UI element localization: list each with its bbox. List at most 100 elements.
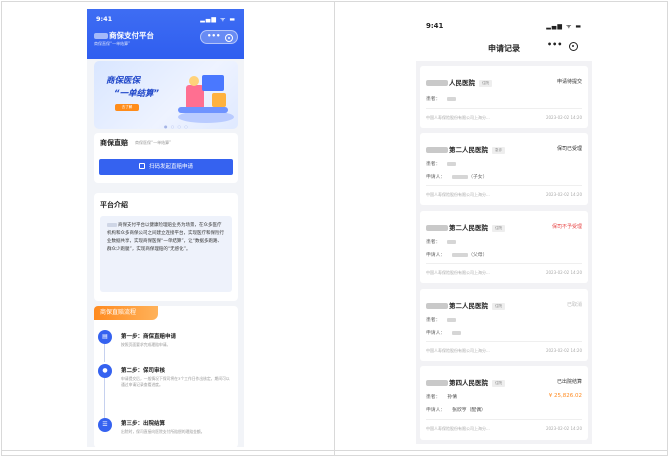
redacted-text — [447, 161, 457, 166]
banner-learn-button[interactable]: 去了解 — [115, 104, 139, 111]
divider — [426, 263, 582, 264]
more-icon[interactable]: ••• — [207, 32, 220, 40]
record-footer: 中国人寿保险股份有限公司上海分... 2023-02-02 14:20 — [426, 192, 582, 198]
record-card[interactable]: 第四人民医院 住院 已出院结算 患者： 孙倩 ¥ 25,826.02 申请人： 张欣亨… — [420, 366, 588, 440]
redacted-text — [426, 225, 448, 231]
patient-row: 患者： — [426, 238, 457, 245]
hospital-name-text: 第二人民医院 — [449, 146, 488, 154]
patient-row: 患者： — [426, 95, 457, 102]
more-icon[interactable]: ••• — [547, 40, 562, 49]
status-icons: ▂▄▆ ᯤ ▬ — [200, 16, 236, 23]
record-status: 已取消 — [566, 302, 582, 308]
hospital-name: 第四人民医院 住院 — [426, 377, 505, 387]
record-status: 申请待提交 — [556, 79, 582, 85]
status-icons: ▂▄▆ ᯤ ▬ — [546, 23, 582, 30]
redacted-text — [452, 252, 469, 257]
platform-intro-card: 平台介绍 商保支付平台以健康险理赔业务为场景，在众多医疗机构和众多商保公司之间建… — [94, 193, 238, 301]
record-date: 2023-02-02 14:20 — [545, 426, 582, 431]
patient-label: 患者： — [426, 97, 441, 102]
insurer-name: 中国人寿保险股份有限公司上海分... — [426, 270, 490, 275]
patient-row: 患者： — [426, 160, 457, 167]
header: 9:41 ▂▄▆ ᯤ ▬ 商保支付平台 商保直保“一单结算” ••• — [87, 9, 244, 59]
hospital-name: 第二人民医院 住院 — [426, 300, 505, 310]
mini-program-capsule[interactable]: ••• — [543, 40, 583, 54]
applicant-label: 申请人： — [426, 253, 446, 258]
redacted-text — [452, 174, 469, 179]
hospital-name-text: 第二人民医院 — [449, 224, 488, 232]
patient-row: 患者： 孙倩 — [426, 393, 457, 400]
hospital-name-text: 第二人民医院 — [449, 302, 488, 310]
status-time: 9:41 — [426, 22, 444, 30]
hospital-name: 第二人民医院 住院 — [426, 222, 505, 232]
close-target-icon[interactable] — [225, 34, 233, 42]
redacted-text — [426, 147, 448, 153]
applicant-name: 张欣亨（配偶） — [452, 408, 486, 413]
visit-type-badge: 急诊 — [492, 147, 505, 154]
redacted-text — [452, 330, 462, 335]
divider — [334, 1, 335, 456]
step1-desc: 按照页面要求完成理赔申请。 — [121, 342, 171, 347]
platform-intro-text: 商保支付平台以健康险理赔业务为场景，在众多医疗机构和众多商保公司之间建立连接平台… — [100, 216, 232, 292]
step3-desc: 出院时，保司直接向医院支付所赔偿的理赔金额。 — [121, 429, 205, 434]
record-card[interactable]: 人民医院 住院 申请待提交 患者： 中国人寿保险股份有限公司上海分... 2023-… — [420, 66, 588, 128]
step2-desc: 申请提交后，一般情况下保司将在3个工作日作出核定，期间可以通过申请记录查看进度。 — [121, 376, 230, 387]
applicant-relation: （父母） — [468, 253, 488, 258]
hospital-name-text: 人民医院 — [449, 79, 475, 87]
applicant-label: 申请人： — [426, 408, 446, 413]
insurer-name: 中国人寿保险股份有限公司上海分... — [426, 426, 490, 431]
document-icon: ▤ — [98, 330, 112, 344]
status-time: 9:41 — [96, 15, 113, 23]
record-card[interactable]: 第二人民医院 住院 保司不予受理 患者： 申请人： （父母） 中国人寿保险股份有限公… — [420, 211, 588, 283]
patient-row: 患者： — [426, 316, 457, 323]
scan-claim-label: 扫码发起直赔申请 — [148, 164, 193, 170]
step1-title: 第一步：商保直赔申请 — [121, 334, 177, 340]
process-tag: 商保直赔流程 — [94, 306, 158, 320]
banner-line1: 商保医保 — [106, 76, 141, 86]
redacted-text — [447, 96, 457, 101]
record-status: 已出院结算 — [556, 379, 582, 385]
applicant-row: 申请人： 张欣亨（配偶） — [426, 406, 486, 413]
insurer-name: 中国人寿保险股份有限公司上海分... — [426, 192, 490, 197]
redacted-text — [426, 303, 448, 309]
step-connector — [104, 344, 105, 362]
app-title: 商保支付平台 — [94, 30, 154, 41]
divider — [426, 341, 582, 342]
mini-program-capsule[interactable]: ••• — [200, 30, 238, 44]
scan-icon — [138, 163, 145, 169]
applicant-relation: （子女） — [468, 175, 488, 180]
visit-type-badge: 住院 — [479, 80, 492, 87]
banner-illustration — [178, 75, 234, 123]
home-screen: 9:41 ▂▄▆ ᯤ ▬ 商保支付平台 商保直保“一单结算” ••• 商保医保 … — [87, 9, 244, 447]
platform-intro-title: 平台介绍 — [100, 201, 128, 209]
settlement-amount: ¥ 25,826.02 — [548, 393, 582, 399]
divider — [426, 419, 582, 420]
hospital-name: 人民医院 住院 — [426, 77, 492, 87]
promo-banner[interactable]: 商保医保 “一单结算” 去了解 ● ○ ○ ○ — [94, 61, 238, 129]
app-title-text: 商保支付平台 — [109, 31, 154, 40]
divider — [426, 108, 582, 109]
direct-claim-subtitle: 商保医保“一单结算” — [135, 140, 172, 145]
close-target-icon[interactable] — [569, 42, 578, 51]
record-date: 2023-02-02 14:20 — [545, 115, 582, 120]
record-card[interactable]: 第二人民医院 住院 已取消 患者： 申请人： 中国人寿保险股份有限公司上海分...… — [420, 289, 588, 361]
record-footer: 中国人寿保险股份有限公司上海分... 2023-02-02 14:20 — [426, 426, 582, 432]
scan-claim-button[interactable]: 扫码发起直赔申请 — [99, 159, 233, 175]
record-card[interactable]: 第二人民医院 急诊 保司已受理 患者： 申请人： （子女） 中国人寿保险股份有限公司… — [420, 133, 588, 205]
applicant-row: 申请人： （子女） — [426, 173, 487, 180]
record-date: 2023-02-02 14:20 — [545, 270, 582, 275]
hospital-name: 第二人民医院 急诊 — [426, 144, 505, 154]
step3-title: 第三步：出院结算 — [121, 421, 166, 427]
visit-type-badge: 住院 — [492, 380, 505, 387]
insurer-name: 中国人寿保险股份有限公司上海分... — [426, 348, 490, 353]
redacted-text — [94, 33, 108, 39]
direct-claim-title: 商保直赔 — [100, 139, 128, 147]
redacted-text — [447, 239, 457, 244]
divider — [426, 185, 582, 186]
applicant-label: 申请人： — [426, 331, 446, 336]
record-date: 2023-02-02 14:20 — [545, 192, 582, 197]
record-footer: 中国人寿保险股份有限公司上海分... 2023-02-02 14:20 — [426, 270, 582, 276]
list-icon: ☰ — [98, 418, 112, 432]
applicant-row: 申请人： — [426, 329, 462, 336]
step2-title: 第二步：保司审核 — [121, 368, 166, 374]
patient-label: 患者： — [426, 162, 441, 167]
